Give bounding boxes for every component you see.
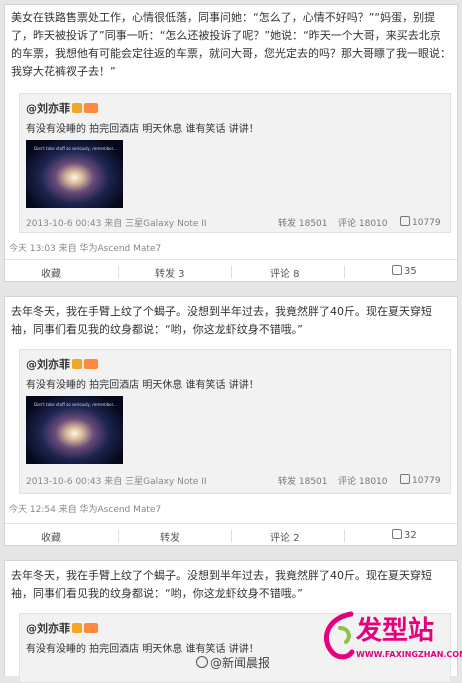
- fan-badge-icon: [84, 623, 98, 633]
- like-button[interactable]: 32: [392, 529, 417, 541]
- action-bar: 收藏 转发 3 评论 8 35: [5, 259, 457, 284]
- quoted-comment[interactable]: 评论 18010: [338, 474, 388, 487]
- quoted-like-count: 10779: [412, 218, 441, 228]
- divider: [231, 530, 232, 542]
- repost-button[interactable]: 转发 3: [155, 265, 185, 280]
- thumb-up-icon: [400, 474, 410, 484]
- quoted-meta[interactable]: 2013-10-6 00:43 来自 三星Galaxy Note II: [26, 216, 207, 229]
- quoted-meta[interactable]: 2013-10-6 00:43 来自 三星Galaxy Note II: [26, 474, 207, 487]
- quoted-text: 有没有没睡的 拍完回酒店 明天休息 谁有笑话 讲讲！: [26, 380, 259, 391]
- verified-icon: [72, 359, 82, 369]
- post-time[interactable]: 今天 13:03 来自 华为Ascend Mate7: [9, 241, 161, 254]
- quoted-text: 有没有没睡的 拍完回酒店 明天休息 谁有笑话 讲讲！: [26, 124, 259, 135]
- thumb-up-icon: [392, 529, 402, 539]
- divider: [118, 266, 119, 278]
- quoted-like[interactable]: 10779: [400, 474, 441, 486]
- post-time[interactable]: 今天 12:54 来自 华为Ascend Mate7: [9, 502, 161, 515]
- source-text: @新闻晨报: [210, 656, 271, 670]
- like-count: 35: [404, 266, 417, 277]
- comment-button[interactable]: 评论 2: [270, 529, 300, 544]
- fan-badge-icon: [84, 103, 98, 113]
- action-bar: 收藏 转发 评论 2 32: [5, 523, 457, 548]
- author-name[interactable]: @刘亦菲: [26, 358, 70, 371]
- favorite-button[interactable]: 收藏: [41, 265, 61, 280]
- post-text: 美女在铁路售票处工作，心情很低落，同事问她：“怎么了，心情不好吗？”“妈蛋，别提…: [11, 11, 451, 78]
- like-count: 32: [404, 530, 417, 541]
- thumb-up-icon: [392, 265, 402, 275]
- quoted-post[interactable]: @刘亦菲 有没有没睡的 拍完回酒店 明天休息 谁有笑话 讲讲！ Don't ta…: [19, 349, 451, 494]
- site-name: 发型站: [356, 616, 435, 646]
- quoted-repost[interactable]: 转发 18501: [278, 216, 328, 229]
- comment-button[interactable]: 评论 8: [270, 265, 300, 280]
- divider: [231, 266, 232, 278]
- divider: [118, 530, 119, 542]
- site-logo: 发型站 WWW.FAXINGZHAN.COM: [316, 606, 462, 670]
- fan-badge-icon: [84, 359, 98, 369]
- favorite-button[interactable]: 收藏: [41, 529, 61, 544]
- like-button[interactable]: 35: [392, 265, 417, 277]
- post-text: 去年冬天，我在手臂上纹了个蝎子。没想到半年过去，我竟然胖了40斤。现在夏天穿短袖…: [11, 569, 432, 600]
- quoted-post[interactable]: @刘亦菲 有没有没睡的 拍完回酒店 明天休息 谁有笑话 讲讲！ Don't ta…: [19, 93, 451, 233]
- quoted-author[interactable]: @刘亦菲: [26, 356, 98, 372]
- divider: [344, 266, 345, 278]
- divider: [344, 530, 345, 542]
- site-url: WWW.FAXINGZHAN.COM: [356, 650, 462, 659]
- verified-icon: [72, 103, 82, 113]
- quoted-author[interactable]: @刘亦菲: [26, 100, 98, 116]
- post-card-2: 去年冬天，我在手臂上纹了个蝎子。没想到半年过去，我竟然胖了40斤。现在夏天穿短袖…: [4, 296, 458, 546]
- thumb-up-icon: [400, 216, 410, 226]
- verified-icon: [72, 623, 82, 633]
- post-card-1: 美女在铁路售票处工作，心情很低落，同事问她：“怎么了，心情不好吗？”“妈蛋，别提…: [4, 4, 458, 282]
- galaxy-image[interactable]: Don't take stuff so seriously, remember.…: [26, 140, 123, 208]
- post-text: 去年冬天，我在手臂上纹了个蝎子。没想到半年过去，我竟然胖了40斤。现在夏天穿短袖…: [11, 305, 432, 336]
- repost-button[interactable]: 转发: [160, 529, 180, 544]
- weibo-logo-icon: [196, 656, 208, 668]
- quoted-like-count: 10779: [412, 476, 441, 486]
- author-name[interactable]: @刘亦菲: [26, 102, 70, 115]
- image-caption: Don't take stuff so seriously, remember.…: [34, 402, 117, 407]
- quoted-author[interactable]: @刘亦菲: [26, 620, 98, 636]
- quoted-like[interactable]: 10779: [400, 216, 441, 228]
- source-watermark: @新闻晨报: [196, 654, 270, 671]
- author-name[interactable]: @刘亦菲: [26, 622, 70, 635]
- quoted-comment[interactable]: 评论 18010: [338, 216, 388, 229]
- galaxy-image[interactable]: Don't take stuff so seriously, remember.…: [26, 396, 123, 464]
- quoted-text: 有没有没睡的 拍完回酒店 明天休息 谁有笑话 讲讲！: [26, 644, 259, 655]
- image-caption: Don't take stuff so seriously, remember.…: [34, 146, 117, 151]
- quoted-repost[interactable]: 转发 18501: [278, 474, 328, 487]
